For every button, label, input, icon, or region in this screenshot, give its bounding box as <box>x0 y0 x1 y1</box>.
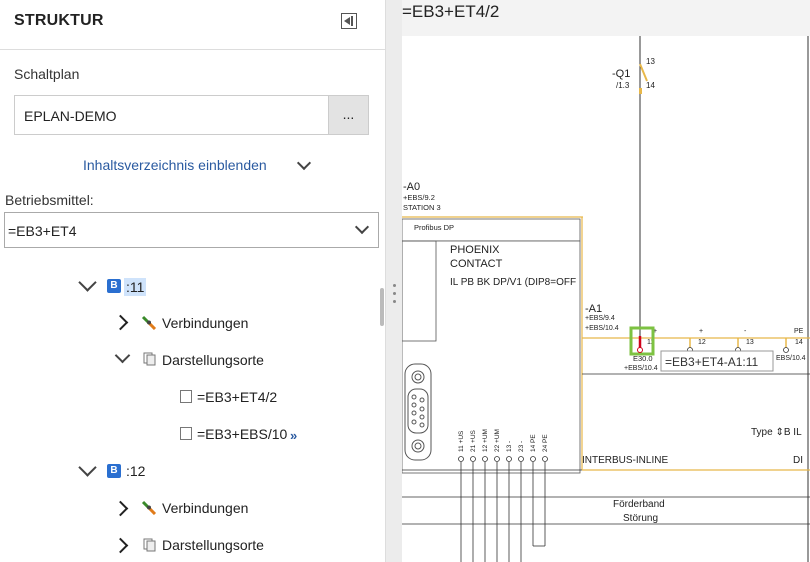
expand-chevron-right-icon[interactable] <box>112 314 129 331</box>
expand-chevron-down-icon[interactable] <box>78 273 97 292</box>
terminal-label: 23 - <box>518 441 525 452</box>
grip-dot <box>393 284 396 287</box>
connections-icon <box>141 315 157 330</box>
schaltplan-label: Schaltplan <box>14 66 80 82</box>
tooltip-text: =EB3+ET4-A1:11 <box>665 355 758 369</box>
q1-pin-bottom: 14 <box>646 81 655 90</box>
svg-text:PE: PE <box>794 328 804 335</box>
place-item[interactable]: =EB3+ET4/2 <box>197 389 277 405</box>
chevron-down-icon[interactable] <box>296 155 312 171</box>
page-title: =EB3+ET4/2 <box>402 2 500 21</box>
foerderband-label: Förderband <box>613 499 665 510</box>
expand-chevron-right-icon[interactable] <box>112 537 129 554</box>
a0-station: STATION 3 <box>403 203 441 212</box>
toc-toggle-link[interactable]: Inhaltsverzeichnis einblenden <box>83 157 267 173</box>
a0-ref: +EBS/9.2 <box>403 193 435 202</box>
tree-node-11[interactable]: :11 <box>124 278 147 296</box>
page-check-icon <box>180 390 192 403</box>
pin-label-13: 13 <box>746 339 754 346</box>
module-line-3: IL PB BK DP/V1 (DIP8=OFF <box>450 277 576 288</box>
schematic-canvas[interactable]: -Q1 /1.3 13 14 -A0 +EBS/9.2 STATION 3 Pr… <box>402 36 810 562</box>
terminal-label: 24 PE <box>542 434 549 452</box>
svg-text:+: + <box>699 328 703 335</box>
schaltplan-field[interactable]: EPLAN-DEMO <box>14 95 328 135</box>
terminal-label: 13 - <box>506 441 513 452</box>
q1-ref: /1.3 <box>616 81 630 90</box>
browse-button[interactable]: ... <box>328 95 369 135</box>
a1-ref-1: +EBS/9.4 <box>585 315 615 322</box>
documents-icon <box>143 538 156 552</box>
tree-item-verbindungen[interactable]: Verbindungen <box>162 500 248 516</box>
interbus-label: INTERBUS-INLINE <box>582 455 668 466</box>
structure-panel: STRUKTUR Schaltplan EPLAN-DEMO ... Inhal… <box>0 0 385 562</box>
terminal-label: 21 +US <box>470 429 477 452</box>
page-check-icon <box>180 427 192 440</box>
a1-ref-2: +EBS/10.4 <box>585 325 619 332</box>
terminal-label: 12 +UM <box>482 429 489 452</box>
betriebsmittel-label: Betriebsmittel: <box>5 192 94 208</box>
tree-node-12[interactable]: :12 <box>126 463 145 479</box>
betriebsmittel-select[interactable]: =EB3+ET4 <box>4 212 379 248</box>
di-label: DI <box>793 455 803 466</box>
e30-label: E30.0 <box>633 354 653 363</box>
pin-label-12: 12 <box>698 339 706 346</box>
terminal-label: 14 PE <box>530 434 537 452</box>
tree-item-verbindungen[interactable]: Verbindungen <box>162 315 248 331</box>
e30-ref: +EBS/10.4 <box>624 365 658 372</box>
tree-item-darstellungsorte[interactable]: Darstellungsorte <box>162 537 264 553</box>
grip-dot <box>393 300 396 303</box>
more-arrow-icon[interactable]: » <box>290 428 297 443</box>
expand-chevron-down-icon[interactable] <box>78 458 97 477</box>
device-b-icon: B <box>107 279 121 293</box>
q1-pin-top: 13 <box>646 57 655 66</box>
ebs-ref-right: EBS/10.4 <box>776 355 806 362</box>
stoerung-label: Störung <box>623 513 658 524</box>
expand-chevron-right-icon[interactable] <box>112 500 129 517</box>
expand-chevron-down-icon[interactable] <box>114 347 131 364</box>
svg-text:-: - <box>744 328 747 335</box>
terminal-label: 11 +US <box>458 430 465 452</box>
connections-icon <box>141 500 157 515</box>
device-b-icon: B <box>107 464 121 478</box>
collapse-panel-icon[interactable] <box>341 13 357 29</box>
panel-title: STRUKTUR <box>14 12 104 29</box>
place-item[interactable]: =EB3+EBS/10 <box>197 426 287 442</box>
panel-header: STRUKTUR <box>0 0 385 50</box>
a0-label: -A0 <box>403 181 420 193</box>
pin-label-14: 14 <box>795 339 803 346</box>
panel-splitter[interactable] <box>385 0 402 562</box>
tree-scrollbar[interactable] <box>380 288 384 326</box>
profibus-header: Profibus DP <box>414 223 454 232</box>
module-line-1: PHOENIX <box>450 244 500 256</box>
type-label: Type ⇕B IL <box>751 427 802 438</box>
grip-dot <box>393 292 396 295</box>
module-line-2: CONTACT <box>450 258 503 270</box>
documents-icon <box>143 352 156 366</box>
tree-item-darstellungsorte[interactable]: Darstellungsorte <box>162 352 264 368</box>
terminal-label: 22 +UM <box>494 429 501 452</box>
q1-label: -Q1 <box>612 68 630 80</box>
a1-label: -A1 <box>585 303 602 315</box>
